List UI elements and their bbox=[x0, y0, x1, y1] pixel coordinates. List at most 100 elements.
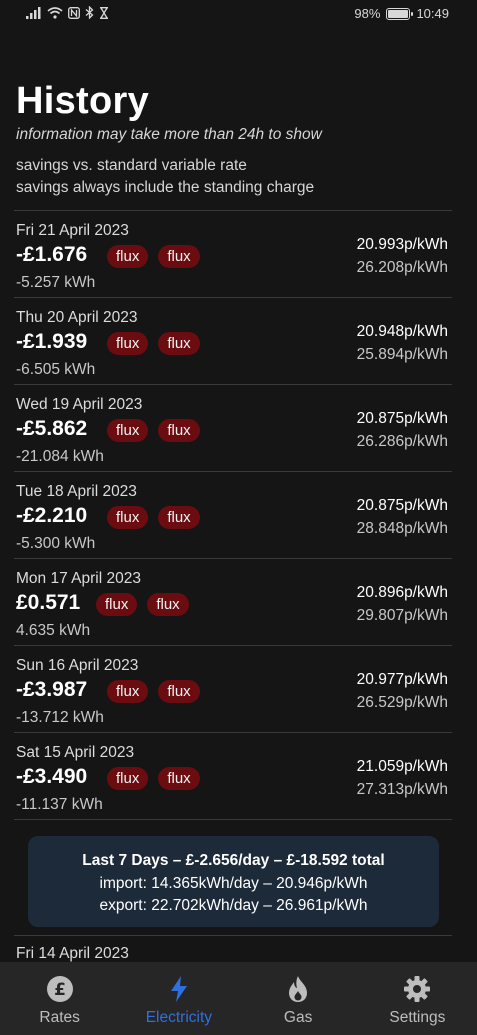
day-kwh: -5.257 kWh bbox=[16, 274, 96, 291]
import-tariff-badge: flux bbox=[107, 245, 149, 268]
nav-electricity-label: Electricity bbox=[145, 1009, 213, 1026]
day-amount: -£5.862 bbox=[16, 417, 88, 440]
export-tariff-badge: flux bbox=[158, 332, 200, 355]
import-tariff-badge: flux bbox=[107, 767, 149, 790]
pound-coin-icon: £ bbox=[46, 976, 73, 1002]
badge-group: flux flux bbox=[107, 245, 200, 268]
day-row-fri-21[interactable]: Fri 21 April 2023 -£1.676 flux flux -5.2… bbox=[0, 211, 477, 298]
import-rate: 21.059p/kWh bbox=[356, 758, 448, 775]
next-day-date: Fri 14 April 2023 bbox=[16, 945, 129, 962]
day-date: Thu 20 April 2023 bbox=[16, 309, 138, 326]
badge-group: flux flux bbox=[107, 506, 200, 529]
summary-import: import: 14.365kWh/day – 20.946p/kWh bbox=[99, 875, 368, 892]
badge-group: flux flux bbox=[107, 680, 200, 703]
day-kwh: 4.635 kWh bbox=[16, 622, 91, 639]
hourglass-icon bbox=[100, 6, 108, 19]
summary-title: Last 7 Days – £-2.656/day – £-18.592 tot… bbox=[82, 852, 385, 869]
signal-icon bbox=[26, 6, 41, 19]
summary-divider bbox=[14, 935, 452, 936]
history-list[interactable]: Fri 21 April 2023 -£1.676 flux flux -5.2… bbox=[0, 211, 477, 820]
day-row-wed-19[interactable]: Wed 19 April 2023 -£5.862 flux flux -21.… bbox=[0, 385, 477, 472]
export-rate: 27.313p/kWh bbox=[356, 781, 448, 798]
page-title: History bbox=[16, 80, 150, 122]
status-icons bbox=[26, 6, 109, 19]
battery-percent: 98% bbox=[354, 6, 381, 21]
import-tariff-badge: flux bbox=[107, 506, 149, 529]
import-rate: 20.875p/kWh bbox=[356, 410, 448, 427]
day-date: Mon 17 April 2023 bbox=[16, 570, 141, 587]
day-row-sun-16[interactable]: Sun 16 April 2023 -£3.987 flux flux -13.… bbox=[0, 646, 477, 733]
day-amount: -£2.210 bbox=[16, 504, 88, 527]
bottom-navigation: £ Rates Electricity Gas Settings bbox=[0, 962, 477, 1035]
seven-day-summary-card: Last 7 Days – £-2.656/day – £-18.592 tot… bbox=[28, 836, 439, 927]
day-date: Wed 19 April 2023 bbox=[16, 396, 143, 413]
export-tariff-badge: flux bbox=[158, 419, 200, 442]
battery-icon bbox=[386, 7, 414, 20]
day-kwh: -6.505 kWh bbox=[16, 361, 96, 378]
export-rate: 25.894p/kWh bbox=[356, 346, 448, 363]
standing-charge-note: savings always include the standing char… bbox=[16, 179, 315, 196]
export-tariff-badge: flux bbox=[158, 245, 200, 268]
nfc-icon bbox=[68, 6, 80, 19]
export-tariff-badge: flux bbox=[158, 680, 200, 703]
day-amount: -£3.987 bbox=[16, 678, 88, 701]
import-rate: 20.948p/kWh bbox=[356, 323, 448, 340]
row-divider bbox=[14, 819, 452, 820]
day-date: Sun 16 April 2023 bbox=[16, 657, 139, 674]
lightning-bolt-icon bbox=[170, 976, 187, 1002]
wifi-icon bbox=[47, 6, 63, 19]
import-tariff-badge: flux bbox=[96, 593, 138, 616]
day-amount: -£1.939 bbox=[16, 330, 88, 353]
export-rate: 26.286p/kWh bbox=[356, 433, 448, 450]
savings-note: savings vs. standard variable rate bbox=[16, 157, 247, 174]
bluetooth-icon bbox=[85, 6, 94, 19]
export-tariff-badge: flux bbox=[158, 767, 200, 790]
gear-icon bbox=[404, 976, 431, 1002]
nav-rates[interactable]: £ Rates bbox=[0, 962, 119, 1035]
day-amount: £0.571 bbox=[16, 591, 81, 614]
import-rate: 20.896p/kWh bbox=[356, 584, 448, 601]
clock: 10:49 bbox=[416, 6, 449, 21]
summary-export: export: 22.702kWh/day – 26.961p/kWh bbox=[99, 897, 368, 914]
day-kwh: -13.712 kWh bbox=[16, 709, 104, 726]
day-row-sat-15[interactable]: Sat 15 April 2023 -£3.490 flux flux -11.… bbox=[0, 733, 477, 820]
export-rate: 29.807p/kWh bbox=[356, 607, 448, 624]
nav-electricity[interactable]: Electricity bbox=[119, 962, 238, 1035]
import-tariff-badge: flux bbox=[107, 419, 149, 442]
day-date: Sat 15 April 2023 bbox=[16, 744, 135, 761]
day-amount: -£3.490 bbox=[16, 765, 88, 788]
nav-rates-label: Rates bbox=[39, 1009, 80, 1026]
export-rate: 28.848p/kWh bbox=[356, 520, 448, 537]
day-kwh: -5.300 kWh bbox=[16, 535, 96, 552]
export-rate: 26.529p/kWh bbox=[356, 694, 448, 711]
export-tariff-badge: flux bbox=[158, 506, 200, 529]
import-tariff-badge: flux bbox=[107, 332, 149, 355]
badge-group: flux flux bbox=[107, 332, 200, 355]
flame-icon bbox=[289, 976, 308, 1002]
day-row-thu-20[interactable]: Thu 20 April 2023 -£1.939 flux flux -6.5… bbox=[0, 298, 477, 385]
status-right: 98% 10:49 bbox=[354, 6, 449, 21]
nav-settings-label: Settings bbox=[389, 1009, 446, 1026]
import-rate: 20.875p/kWh bbox=[356, 497, 448, 514]
nav-settings[interactable]: Settings bbox=[358, 962, 477, 1035]
import-tariff-badge: flux bbox=[107, 680, 149, 703]
day-row-tue-18[interactable]: Tue 18 April 2023 -£2.210 flux flux -5.3… bbox=[0, 472, 477, 559]
status-bar: 98% 10:49 bbox=[0, 0, 477, 30]
day-row-mon-17[interactable]: Mon 17 April 2023 £0.571 flux flux 4.635… bbox=[0, 559, 477, 646]
nav-gas-label: Gas bbox=[283, 1009, 313, 1026]
badge-group: flux flux bbox=[107, 767, 200, 790]
day-date: Tue 18 April 2023 bbox=[16, 483, 137, 500]
nav-gas[interactable]: Gas bbox=[239, 962, 358, 1035]
badge-group: flux flux bbox=[107, 419, 200, 442]
export-tariff-badge: flux bbox=[147, 593, 189, 616]
svg-text:£: £ bbox=[54, 980, 66, 1000]
export-rate: 26.208p/kWh bbox=[356, 259, 448, 276]
info-subtitle: information may take more than 24h to sh… bbox=[16, 126, 322, 143]
day-date: Fri 21 April 2023 bbox=[16, 222, 129, 239]
badge-group: flux flux bbox=[96, 593, 189, 616]
day-amount: -£1.676 bbox=[16, 243, 88, 266]
import-rate: 20.993p/kWh bbox=[356, 236, 448, 253]
import-rate: 20.977p/kWh bbox=[356, 671, 448, 688]
day-kwh: -11.137 kWh bbox=[16, 796, 103, 813]
day-kwh: -21.084 kWh bbox=[16, 448, 104, 465]
